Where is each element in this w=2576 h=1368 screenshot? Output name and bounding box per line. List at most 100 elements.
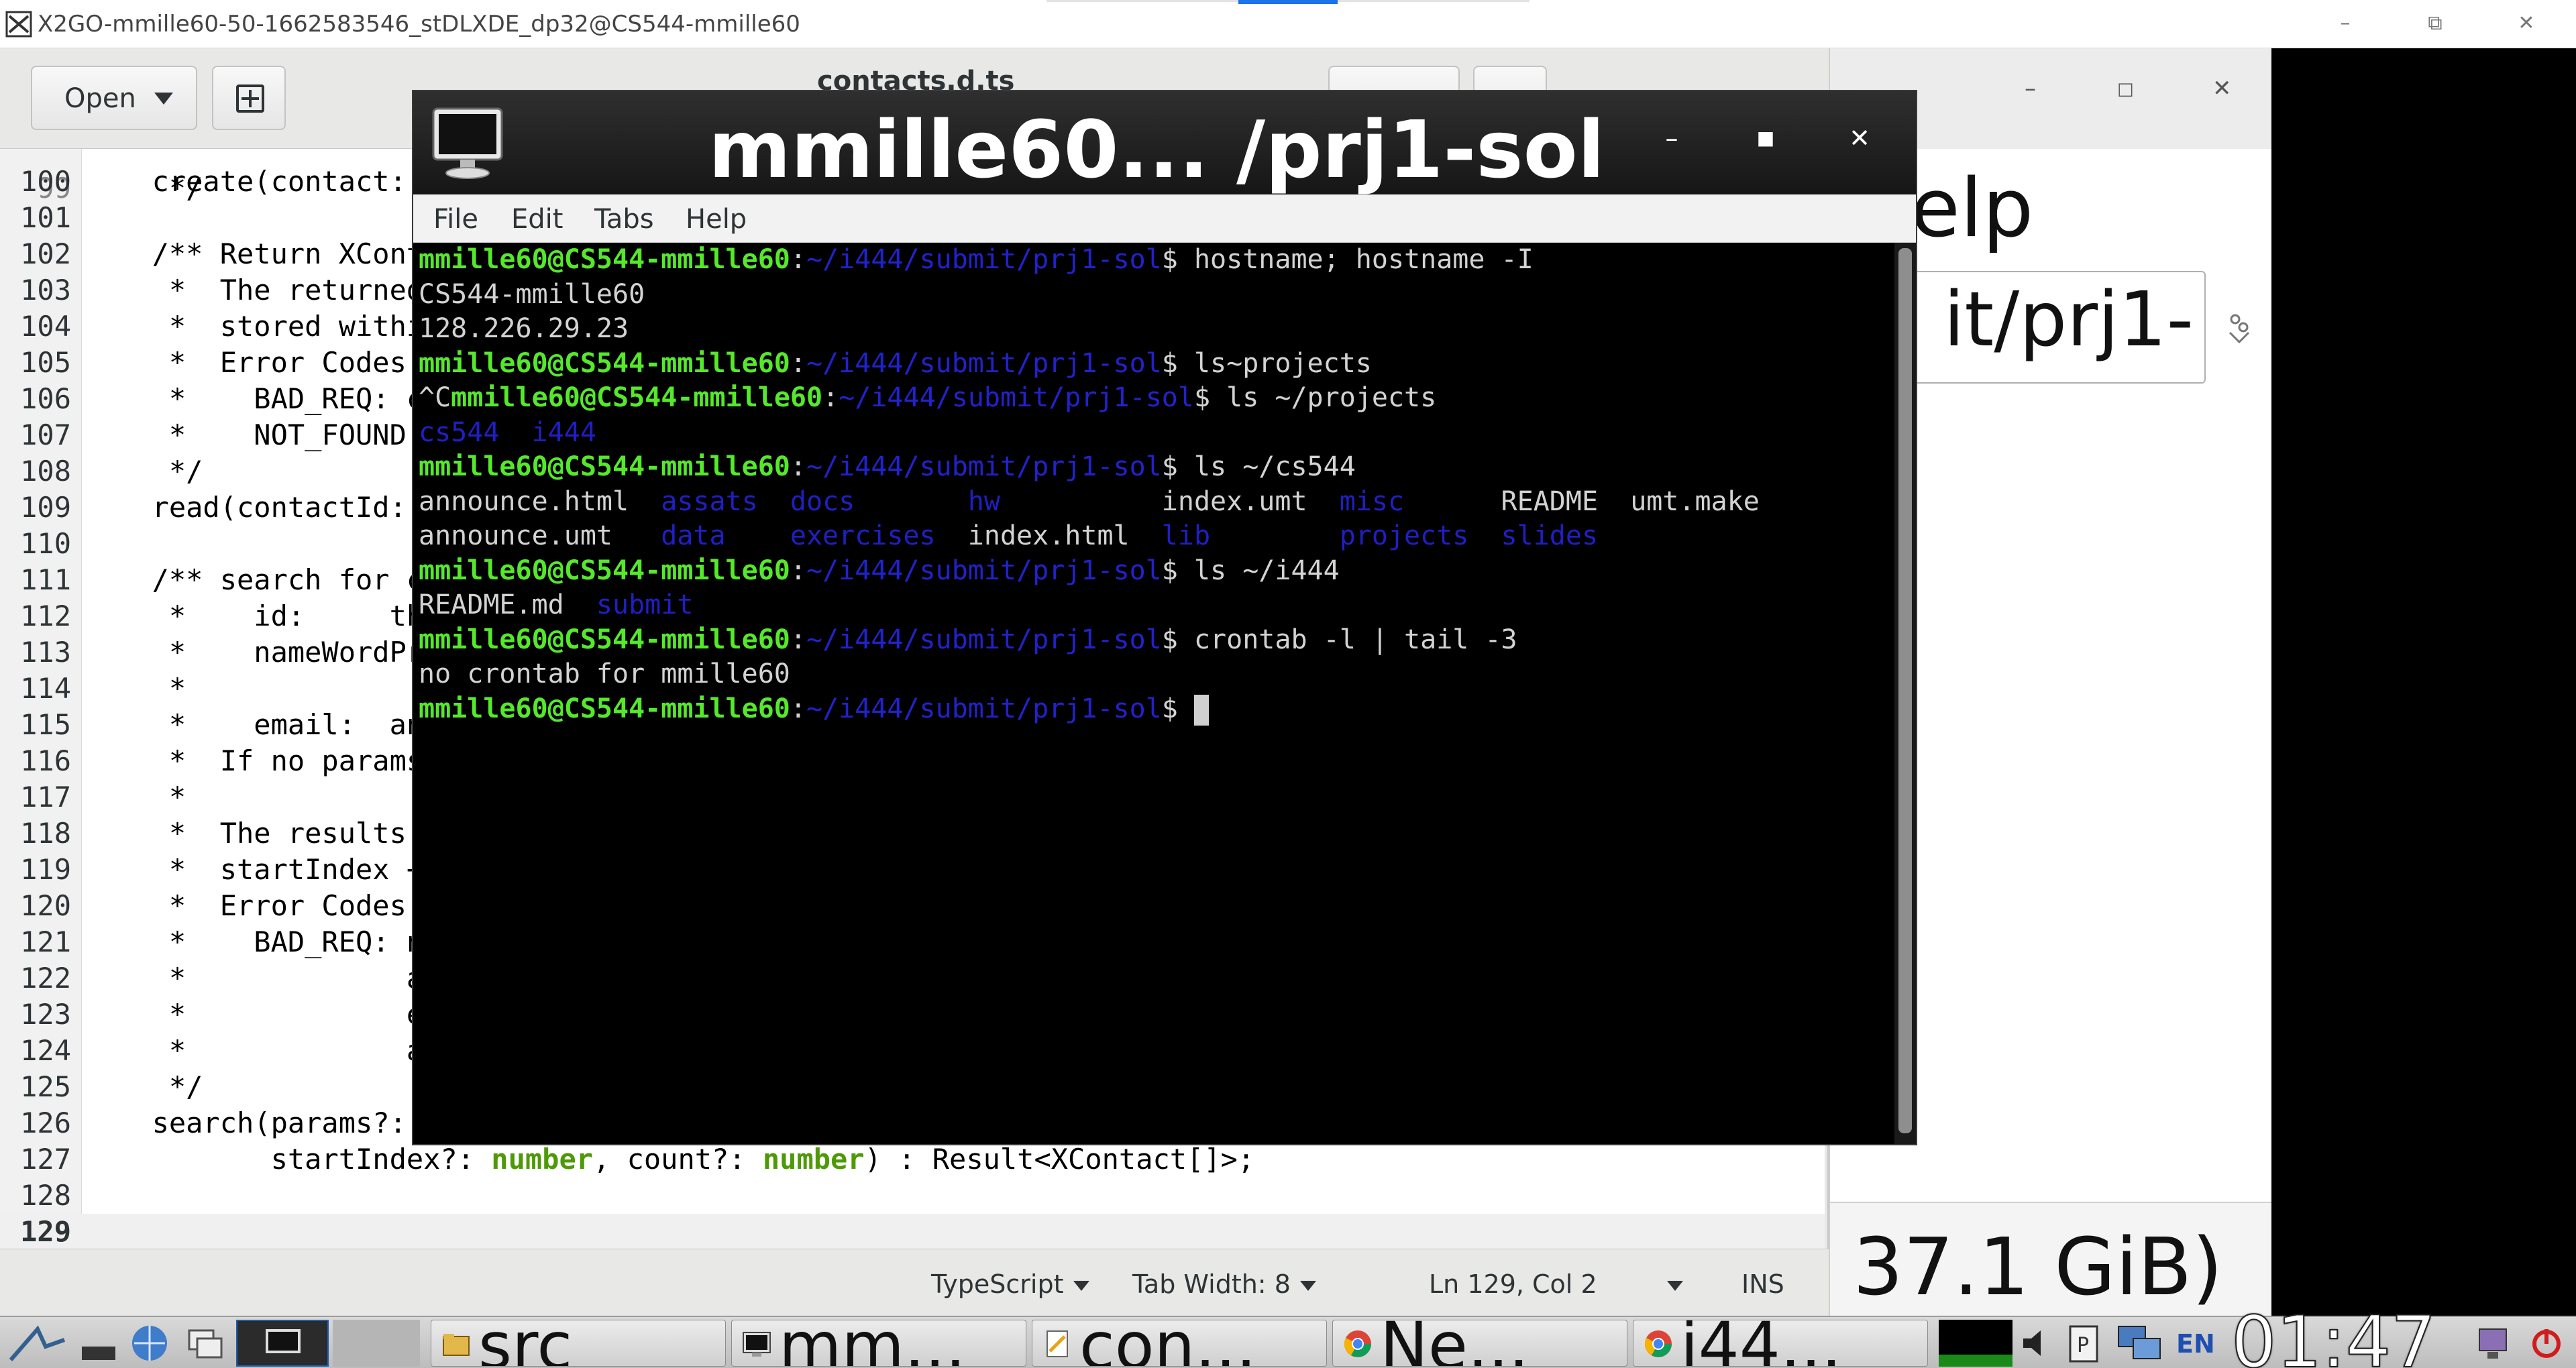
terminal-close-button[interactable]: ✕ — [1839, 118, 1880, 158]
network-icon[interactable] — [2113, 1320, 2167, 1367]
menu-help[interactable]: Help — [686, 204, 747, 235]
keyboard-layout[interactable]: EN — [2176, 1329, 2215, 1359]
taskbar-button[interactable]: con... — [1032, 1320, 1327, 1367]
terminal-text: README umt.make — [1404, 486, 1760, 517]
cursor-position-label: Ln 129, Col 2 — [1429, 1269, 1597, 1299]
desktop-switch-icon[interactable] — [181, 1320, 228, 1367]
clock[interactable]: 01:47 — [2231, 1300, 2436, 1368]
line-number: 116 — [20, 744, 71, 777]
folder-icon — [443, 1334, 470, 1356]
tab-width-selector[interactable]: Tab Width: 8 — [1132, 1269, 1316, 1299]
directory-name: data — [661, 520, 726, 551]
line-text: startIndex?: number, count?: number) : R… — [118, 1141, 1255, 1178]
line-text: * stored withi — [118, 310, 424, 343]
workspace-1[interactable] — [236, 1320, 329, 1367]
menu-file[interactable]: File — [433, 204, 478, 235]
prompt-user: mmille60@CS544-mmille60 — [419, 244, 790, 275]
x2go-icon — [5, 11, 32, 38]
clear-icon[interactable] — [2220, 310, 2258, 347]
taskbar-button-label: mm... — [779, 1320, 966, 1367]
taskbar-button[interactable]: src — [431, 1320, 726, 1367]
taskbar-button[interactable]: i44... — [1633, 1320, 1928, 1367]
line-number: 112 — [20, 600, 71, 632]
terminal-scrollbar[interactable] — [1894, 243, 1916, 1144]
code-token: ) : Result<XContact[]>; — [864, 1143, 1255, 1176]
desktop: { "outer_window": { "title": "X2GO-mmill… — [0, 0, 2576, 1368]
terminal-text: README.md — [419, 589, 596, 620]
terminal-line: announce.html assats docs hw index.umt m… — [419, 485, 1760, 519]
terminal-line: ^Cmmille60@CS544-mmille60:~/i444/submit/… — [419, 381, 1436, 415]
terminal-output[interactable]: mmille60@CS544-mmille60: ~/i444/submit/pr… — [413, 243, 1894, 1144]
start-menu-icon[interactable] — [5, 1320, 70, 1367]
terminal-line: mmille60@CS544-mmille60:~/i444/submit/pr… — [419, 243, 1534, 277]
cursor-position[interactable]: Ln 129, Col 2 — [1429, 1269, 1683, 1299]
line-number: 129 — [20, 1215, 71, 1248]
chevron-down-icon — [1666, 1281, 1683, 1291]
open-button[interactable]: Open — [31, 66, 197, 130]
clipboard-icon[interactable]: P — [2063, 1320, 2104, 1367]
directory-name: lib — [1161, 520, 1211, 551]
minimize-all-icon[interactable] — [75, 1320, 122, 1367]
workspace-2[interactable] — [333, 1320, 420, 1367]
new-tab-button[interactable] — [212, 66, 286, 130]
menu-tabs[interactable]: Tabs — [594, 204, 654, 235]
line-number: 123 — [20, 998, 71, 1031]
power-icon[interactable] — [2526, 1320, 2567, 1367]
scrollbar-thumb[interactable] — [1898, 248, 1912, 1133]
terminal-titlebar: mmille60... /prj1-sol – ■ ✕ — [413, 91, 1916, 196]
line-text: * BAD_REQ: na — [118, 925, 441, 958]
chevron-down-icon — [154, 93, 173, 105]
prompt-path: ~/i444/submit/prj1-sol — [806, 347, 1162, 379]
tab-width-label: Tab Width: 8 — [1132, 1269, 1291, 1299]
terminal-line: mmille60@CS544-mmille60:~/i444/submit/pr… — [419, 347, 1372, 381]
terminal-cursor — [1193, 694, 1209, 726]
terminal-text: 128.226.29.23 — [419, 313, 629, 344]
keyword-token: number — [491, 1143, 594, 1176]
terminal-text: $ ls ~/projects — [1193, 382, 1437, 413]
terminal-text: $ ls ~/i444 — [1161, 555, 1340, 586]
line-number: 101 — [20, 201, 71, 234]
line-text: * NOT_FOUND: — [118, 418, 424, 451]
line-number: 126 — [20, 1106, 71, 1139]
terminal-line: CS544-mmille60 — [419, 278, 645, 312]
help-menu-label[interactable]: elp — [1911, 162, 2033, 255]
line-text: * nameWordPre — [118, 636, 441, 669]
close-icon[interactable]: ✕ — [2212, 75, 2232, 102]
line-text: * Error Codes: — [118, 346, 424, 379]
taskbar-button[interactable]: mm... — [731, 1320, 1026, 1367]
browser-globe-icon[interactable] — [126, 1320, 173, 1367]
outer-restore-button[interactable]: ⧉ — [2415, 7, 2455, 40]
line-number: 113 — [20, 636, 71, 669]
lock-screen-icon[interactable] — [2473, 1320, 2513, 1367]
terminal-minimize-button[interactable]: – — [1652, 118, 1692, 158]
language-selector[interactable]: TypeScript — [931, 1269, 1089, 1299]
taskbar-button[interactable]: Ne... — [1332, 1320, 1627, 1367]
line-text: /** Return XConta — [118, 237, 441, 270]
minimize-icon[interactable]: – — [2025, 75, 2036, 102]
line-text: */ — [118, 1070, 203, 1103]
terminal-maximize-button[interactable]: ■ — [1746, 118, 1786, 158]
chevron-down-icon — [1299, 1281, 1316, 1291]
outer-minimize-button[interactable]: – — [2325, 7, 2365, 40]
volume-icon[interactable] — [2018, 1320, 2055, 1367]
menu-edit[interactable]: Edit — [511, 204, 563, 235]
maximize-icon[interactable]: □ — [2117, 79, 2134, 99]
line-number: 104 — [20, 310, 71, 343]
prompt-user: mmille60@CS544-mmille60 — [419, 555, 790, 586]
terminal-text: index.umt — [1000, 486, 1340, 517]
taskbar-button-label: i44... — [1680, 1320, 1842, 1367]
outer-close-button[interactable]: ✕ — [2506, 7, 2546, 40]
x2go-titlebar: X2GO-mmille60-50-1662583546_stDLXDE_dp32… — [0, 0, 2576, 48]
terminal-line: cs544 i444 — [419, 416, 596, 450]
taskbar-button-label: src — [478, 1320, 573, 1367]
chrome-icon — [1344, 1330, 1371, 1357]
terminal-text: : — [790, 555, 806, 586]
line-number: 117 — [20, 781, 71, 813]
background-active-tab — [1238, 0, 1338, 4]
code-token: , count?: — [593, 1143, 763, 1176]
terminal-window: mmille60... /prj1-sol – ■ ✕ File Edit Ta… — [412, 90, 1917, 1145]
line-text: /** search for co — [118, 563, 441, 596]
